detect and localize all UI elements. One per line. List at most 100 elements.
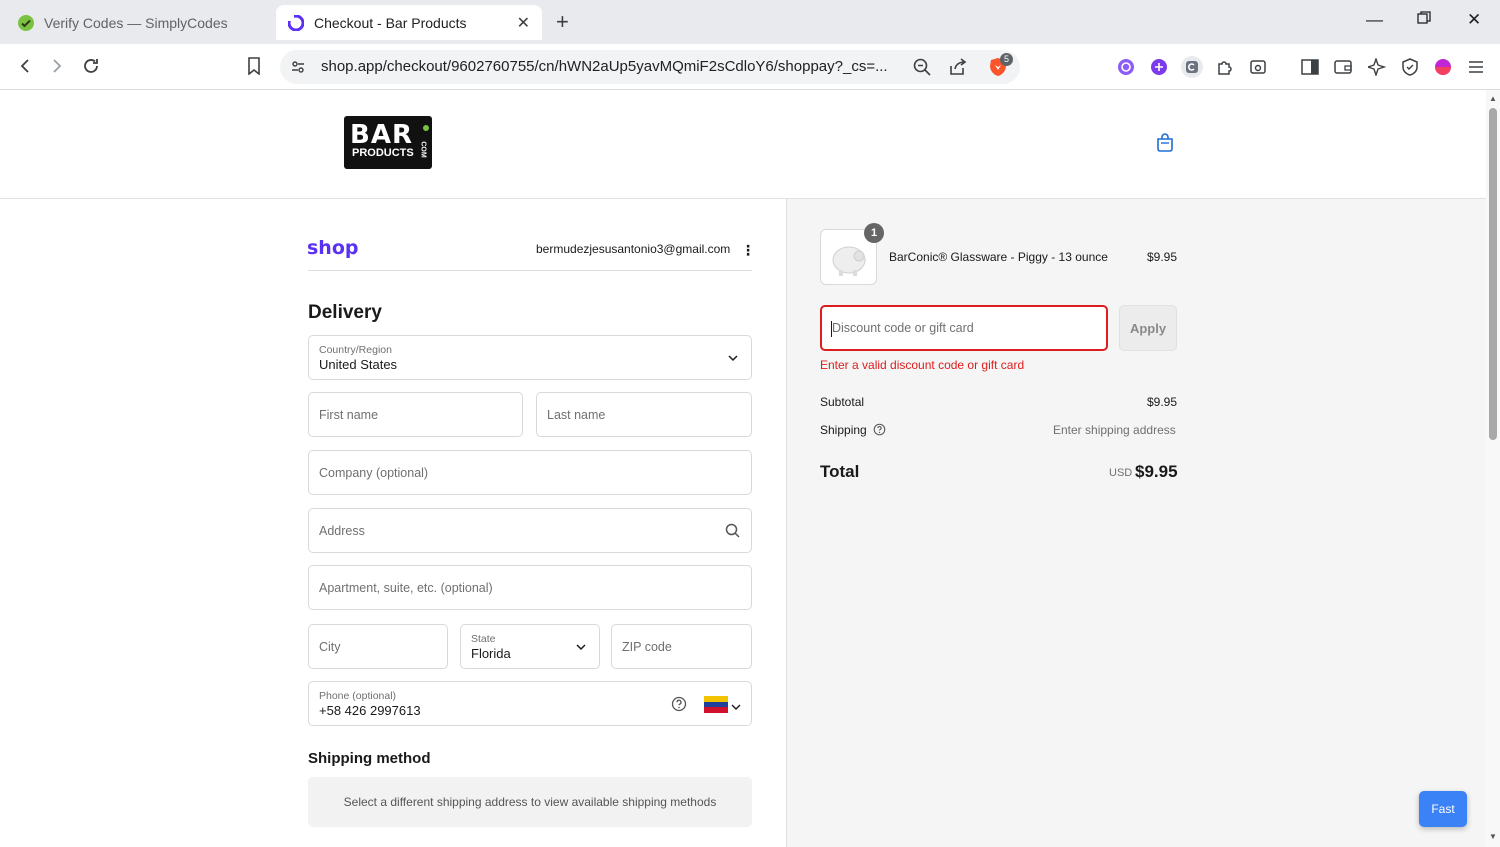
phone-value: +58 426 2997613 [319,703,421,718]
country-value: United States [319,357,398,372]
total-label: Total [820,462,860,481]
state-value: Florida [471,646,511,661]
shipping-notice-text: Select a different shipping address to v… [343,795,717,809]
page-scrollbar[interactable]: ▲ ▼ [1486,90,1500,847]
product-name: BarConic® Glassware - Piggy - 13 ounce [889,250,1108,264]
restore-icon[interactable] [1417,10,1431,30]
apartment-placeholder: Apartment, suite, etc. (optional) [319,581,493,595]
subtotal-label: Subtotal [820,395,865,409]
close-tab-icon[interactable]: ✕ [517,13,530,33]
zip-placeholder: ZIP code [622,640,672,654]
apartment-field[interactable]: Apartment, suite, etc. (optional) [308,565,752,610]
address-bar[interactable]: shop.app/checkout/9602760755/cn/hWN2aUp5… [280,50,1020,84]
divider [308,270,752,271]
checkout-header: BAR PRODUCTS COM [0,90,1486,199]
logo-text: BAR [350,120,413,150]
state-select[interactable]: State Florida [460,624,600,669]
help-circle-icon[interactable] [671,696,687,717]
city-placeholder: City [319,640,341,654]
vpn-shield-icon[interactable] [1399,56,1421,78]
zoom-icon[interactable] [913,58,931,81]
logo-side-text: COM [419,141,427,158]
product-thumbnail: 1 [820,223,884,285]
country-label: Country/Region [319,344,392,356]
extension-purple-icon[interactable] [1115,56,1137,78]
shield-badge: 5 [1000,53,1013,66]
browser-toolbar: shop.app/checkout/9602760755/cn/hWN2aUp5… [0,44,1500,90]
country-select[interactable]: Country/Region United States [308,335,752,380]
logo-subtext: PRODUCTS [352,147,414,159]
product-price: $9.95 [1147,250,1178,264]
account-email: bermudezjesusantonio3@gmail.com [536,242,731,256]
fast-checkout-button[interactable]: Fast [1419,791,1467,827]
wallet-icon[interactable] [1332,56,1354,78]
phone-field[interactable]: Phone (optional) +58 426 2997613 [308,681,752,726]
total-value: $9.95 [1135,462,1178,481]
chevron-down-icon [727,351,739,369]
simplycodes-extension-icon[interactable] [1181,56,1203,78]
currency-code: USD [1109,467,1133,479]
extensions-puzzle-icon[interactable] [1214,56,1236,78]
logo-dot [423,125,429,131]
url-text[interactable]: shop.app/checkout/9602760755/cn/hWN2aUp5… [321,58,888,75]
more-vertical-icon[interactable]: ⋮ [741,242,755,259]
zip-code-field[interactable]: ZIP code [611,624,752,669]
tab-verify-codes[interactable]: Verify Codes — SimplyCodes [8,5,270,40]
address-field[interactable]: Address [308,508,752,553]
apply-button[interactable]: Apply [1119,305,1177,351]
reload-icon[interactable] [79,54,103,78]
scrollbar-thumb[interactable] [1489,108,1497,440]
delivery-heading: Delivery [308,302,382,323]
shipping-method-notice: Select a different shipping address to v… [308,777,752,827]
city-field[interactable]: City [308,624,448,669]
first-name-field[interactable]: First name [308,392,523,437]
back-icon[interactable] [13,54,37,78]
search-icon[interactable] [725,523,740,543]
forward-icon[interactable] [45,54,69,78]
shipping-method-heading: Shipping method [308,750,431,767]
discount-error: Enter a valid discount code or gift card [820,358,1025,372]
shopping-bag-icon[interactable] [1155,132,1175,157]
close-window-icon[interactable]: ✕ [1467,10,1481,30]
sidebar-icon[interactable] [1299,56,1321,78]
shop-favicon-icon [288,14,304,31]
shipping-label: Shipping [820,423,867,437]
phone-label: Phone (optional) [319,690,397,702]
new-tab-icon[interactable]: + [556,11,569,33]
shop-pay-brand: shop [307,237,359,259]
minimize-icon[interactable]: — [1366,10,1383,30]
site-settings-icon[interactable] [290,59,306,80]
company-placeholder: Company (optional) [319,466,429,480]
brave-shield-icon[interactable]: 5 [988,53,1013,83]
tab-checkout[interactable]: Checkout - Bar Products ✕ [276,5,542,40]
menu-hamburger-icon[interactable] [1465,56,1487,78]
tab-title: Checkout - Bar Products [314,14,467,31]
discount-code-input[interactable]: Discount code or gift card [820,305,1108,351]
first-name-placeholder: First name [319,408,379,422]
scroll-down-icon[interactable]: ▼ [1489,832,1497,841]
bar-products-logo[interactable]: BAR PRODUCTS COM [344,116,432,169]
tab-strip: Verify Codes — SimplyCodes Checkout - Ba… [0,0,1500,44]
address-placeholder: Address [319,524,365,538]
last-name-placeholder: Last name [547,408,606,422]
venezuela-flag-icon[interactable] [704,696,728,718]
chevron-down-icon [575,640,587,658]
last-name-field[interactable]: Last name [536,392,752,437]
checkout-page: BAR PRODUCTS COM shop bermudezjesusanton… [0,90,1486,847]
simplycodes-favicon-icon [18,14,34,31]
order-summary: 1 BarConic® Glassware - Piggy - 13 ounce… [786,199,1486,847]
leo-ai-icon[interactable] [1366,56,1388,78]
quantity-badge: 1 [864,223,884,243]
discount-placeholder: Discount code or gift card [832,321,974,335]
share-icon[interactable] [949,58,967,81]
tab-title: Verify Codes — SimplyCodes [44,14,228,31]
profile-avatar-icon[interactable] [1432,56,1454,78]
bookmark-icon[interactable] [242,54,266,78]
screenshot-icon[interactable] [1247,56,1269,78]
help-circle-icon[interactable] [873,423,886,441]
subtotal-value: $9.95 [1147,395,1178,409]
extension-violet-icon[interactable] [1148,56,1170,78]
scroll-up-icon[interactable]: ▲ [1489,94,1497,103]
company-field[interactable]: Company (optional) [308,450,752,495]
shipping-value: Enter shipping address [1053,423,1176,437]
